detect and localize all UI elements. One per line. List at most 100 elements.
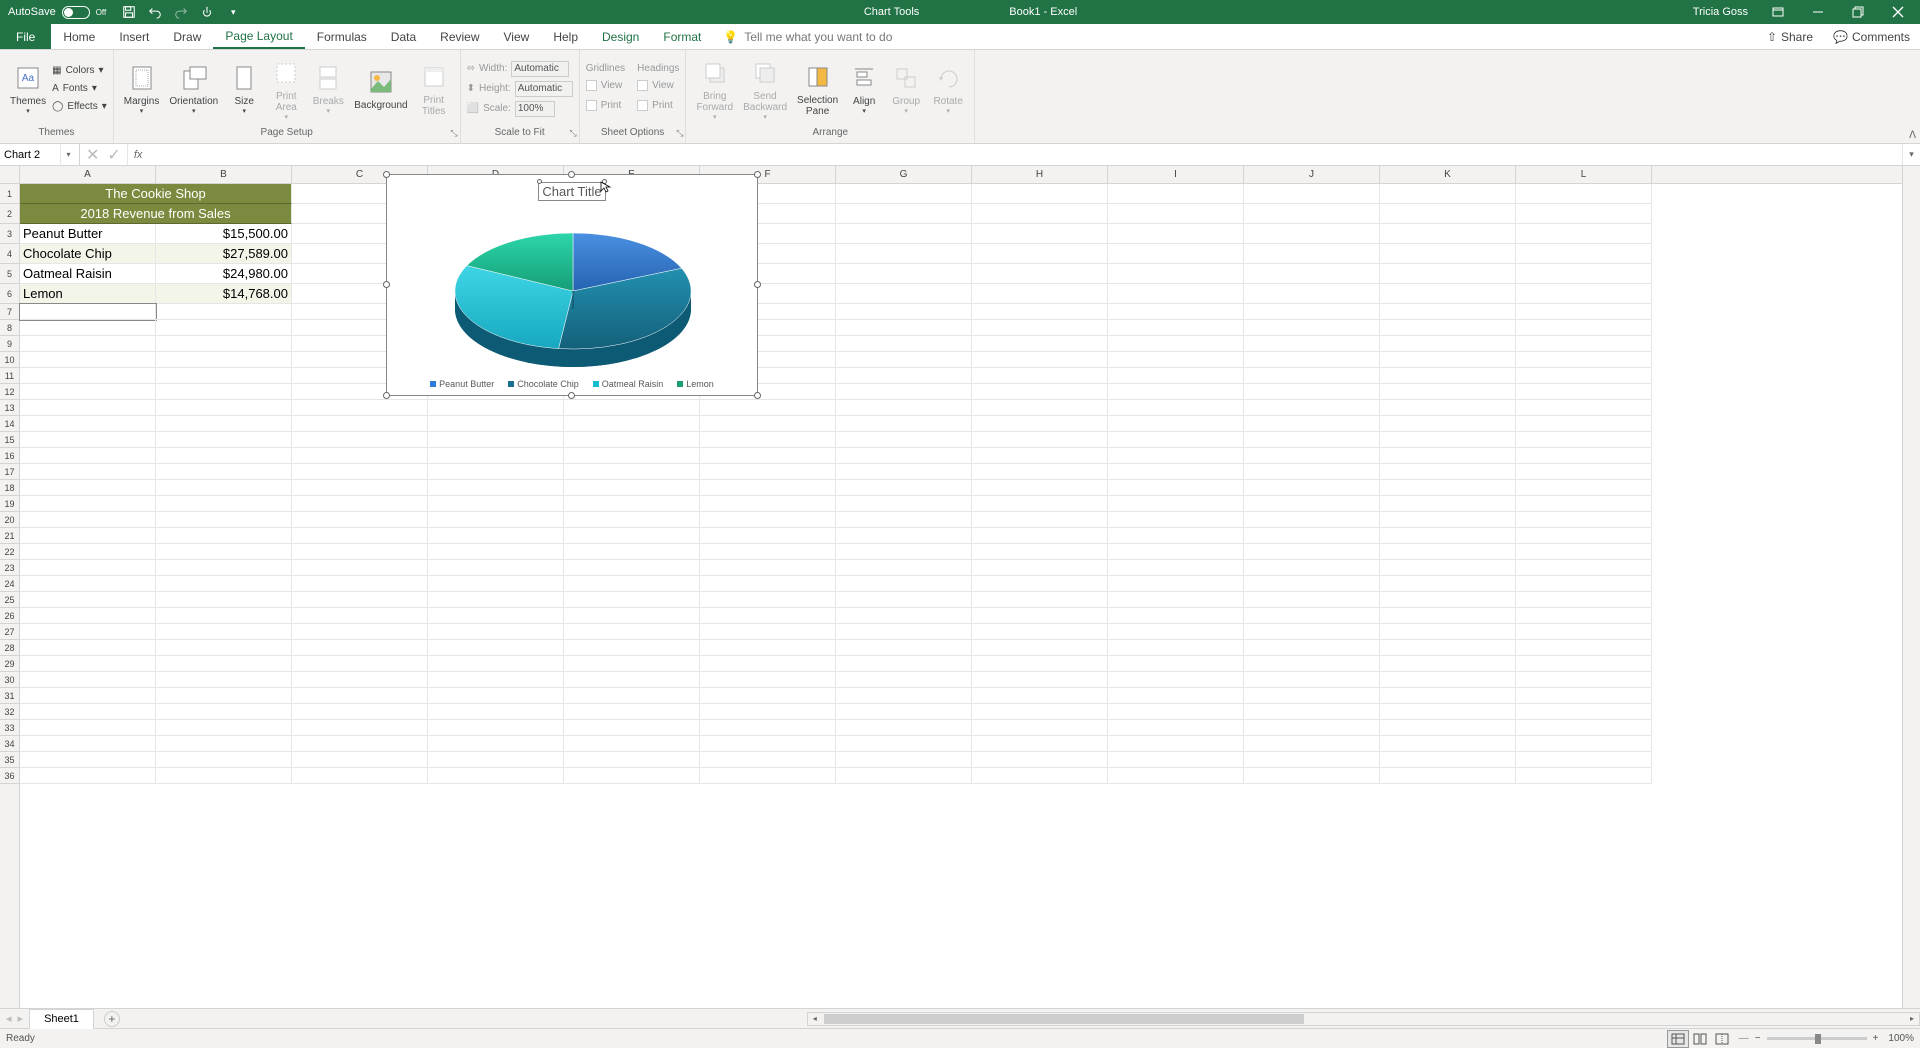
cell[interactable]	[1108, 624, 1244, 640]
cell[interactable]	[1244, 416, 1380, 432]
cell[interactable]	[1244, 432, 1380, 448]
chart-title[interactable]: Chart Title	[539, 183, 604, 200]
cell[interactable]	[1516, 720, 1652, 736]
chart-legend[interactable]: Peanut Butter Chocolate Chip Oatmeal Rai…	[387, 379, 757, 389]
cell[interactable]	[20, 496, 156, 512]
cell[interactable]	[700, 544, 836, 560]
cell[interactable]	[156, 576, 292, 592]
cell[interactable]	[700, 560, 836, 576]
comments-button[interactable]: 💬Comments	[1823, 24, 1920, 49]
cell[interactable]	[700, 592, 836, 608]
resize-handle-sw[interactable]	[383, 392, 390, 399]
cell[interactable]	[156, 432, 292, 448]
cell[interactable]	[156, 368, 292, 384]
cell[interactable]	[1108, 560, 1244, 576]
cell[interactable]	[972, 560, 1108, 576]
cell[interactable]	[1516, 624, 1652, 640]
cell[interactable]	[20, 592, 156, 608]
row-header[interactable]: 30	[0, 672, 19, 688]
cell[interactable]	[1380, 560, 1516, 576]
cell[interactable]	[564, 448, 700, 464]
cell[interactable]	[1380, 608, 1516, 624]
scale-launcher[interactable]: ⤡	[570, 128, 577, 139]
cell[interactable]	[700, 416, 836, 432]
row-header[interactable]: 26	[0, 608, 19, 624]
cell[interactable]	[972, 592, 1108, 608]
cell[interactable]	[428, 752, 564, 768]
cell[interactable]	[836, 768, 972, 784]
themes-button[interactable]: Aa Themes▾	[6, 60, 50, 117]
cell[interactable]	[1380, 480, 1516, 496]
cell[interactable]	[20, 624, 156, 640]
cell[interactable]	[700, 400, 836, 416]
cell[interactable]	[1244, 400, 1380, 416]
height-input[interactable]	[515, 81, 573, 97]
cell[interactable]	[1244, 608, 1380, 624]
table-subtitle[interactable]: 2018 Revenue from Sales	[20, 204, 292, 224]
minimize-icon[interactable]	[1800, 0, 1836, 24]
data-cell-value[interactable]: $24,980.00	[156, 264, 292, 284]
cell[interactable]	[1516, 656, 1652, 672]
cell[interactable]	[1380, 512, 1516, 528]
cell[interactable]	[1516, 496, 1652, 512]
pie-chart[interactable]	[387, 201, 759, 376]
cell[interactable]	[836, 400, 972, 416]
new-sheet-button[interactable]: +	[104, 1011, 120, 1027]
cell[interactable]	[428, 720, 564, 736]
row-header[interactable]: 12	[0, 384, 19, 400]
cell[interactable]	[1380, 624, 1516, 640]
cell[interactable]	[428, 528, 564, 544]
orientation-button[interactable]: Orientation▾	[165, 60, 222, 117]
cell[interactable]	[156, 768, 292, 784]
cell[interactable]	[156, 448, 292, 464]
cell[interactable]	[836, 432, 972, 448]
cell[interactable]	[20, 608, 156, 624]
cell[interactable]	[972, 284, 1108, 304]
cell[interactable]	[700, 464, 836, 480]
cell[interactable]	[1380, 768, 1516, 784]
cell[interactable]	[972, 368, 1108, 384]
cell[interactable]	[20, 416, 156, 432]
cell[interactable]	[1108, 736, 1244, 752]
cell[interactable]	[1380, 576, 1516, 592]
cell[interactable]	[836, 368, 972, 384]
cell[interactable]	[20, 560, 156, 576]
cell[interactable]	[836, 544, 972, 560]
cell[interactable]	[564, 656, 700, 672]
share-button[interactable]: ⇧Share	[1757, 24, 1823, 49]
data-cell-value[interactable]: $14,768.00	[156, 284, 292, 304]
cell[interactable]	[1108, 336, 1244, 352]
cell[interactable]	[836, 656, 972, 672]
row-header[interactable]: 19	[0, 496, 19, 512]
cell[interactable]	[1108, 352, 1244, 368]
cell[interactable]	[1380, 400, 1516, 416]
cell[interactable]	[428, 544, 564, 560]
row-header[interactable]: 28	[0, 640, 19, 656]
row-header[interactable]: 4	[0, 244, 19, 264]
cell[interactable]	[428, 768, 564, 784]
row-header[interactable]: 22	[0, 544, 19, 560]
cell[interactable]	[972, 576, 1108, 592]
cell[interactable]	[292, 496, 428, 512]
row-header[interactable]: 29	[0, 656, 19, 672]
cell[interactable]	[836, 752, 972, 768]
cell[interactable]	[428, 592, 564, 608]
cell[interactable]	[1380, 640, 1516, 656]
cell[interactable]	[1380, 416, 1516, 432]
cell[interactable]	[700, 496, 836, 512]
data-cell-name[interactable]: Peanut Butter	[20, 224, 156, 244]
cell[interactable]	[1516, 464, 1652, 480]
save-icon[interactable]	[118, 1, 140, 23]
cell[interactable]	[700, 672, 836, 688]
cell[interactable]	[1380, 688, 1516, 704]
cell[interactable]	[1244, 672, 1380, 688]
cell[interactable]	[1380, 224, 1516, 244]
page-setup-launcher[interactable]: ⤡	[450, 128, 457, 139]
cell[interactable]	[700, 624, 836, 640]
cell[interactable]	[1108, 384, 1244, 400]
cell[interactable]	[156, 544, 292, 560]
cell[interactable]	[156, 320, 292, 336]
cell[interactable]	[1516, 752, 1652, 768]
cell[interactable]	[1516, 184, 1652, 204]
cell[interactable]	[1516, 204, 1652, 224]
